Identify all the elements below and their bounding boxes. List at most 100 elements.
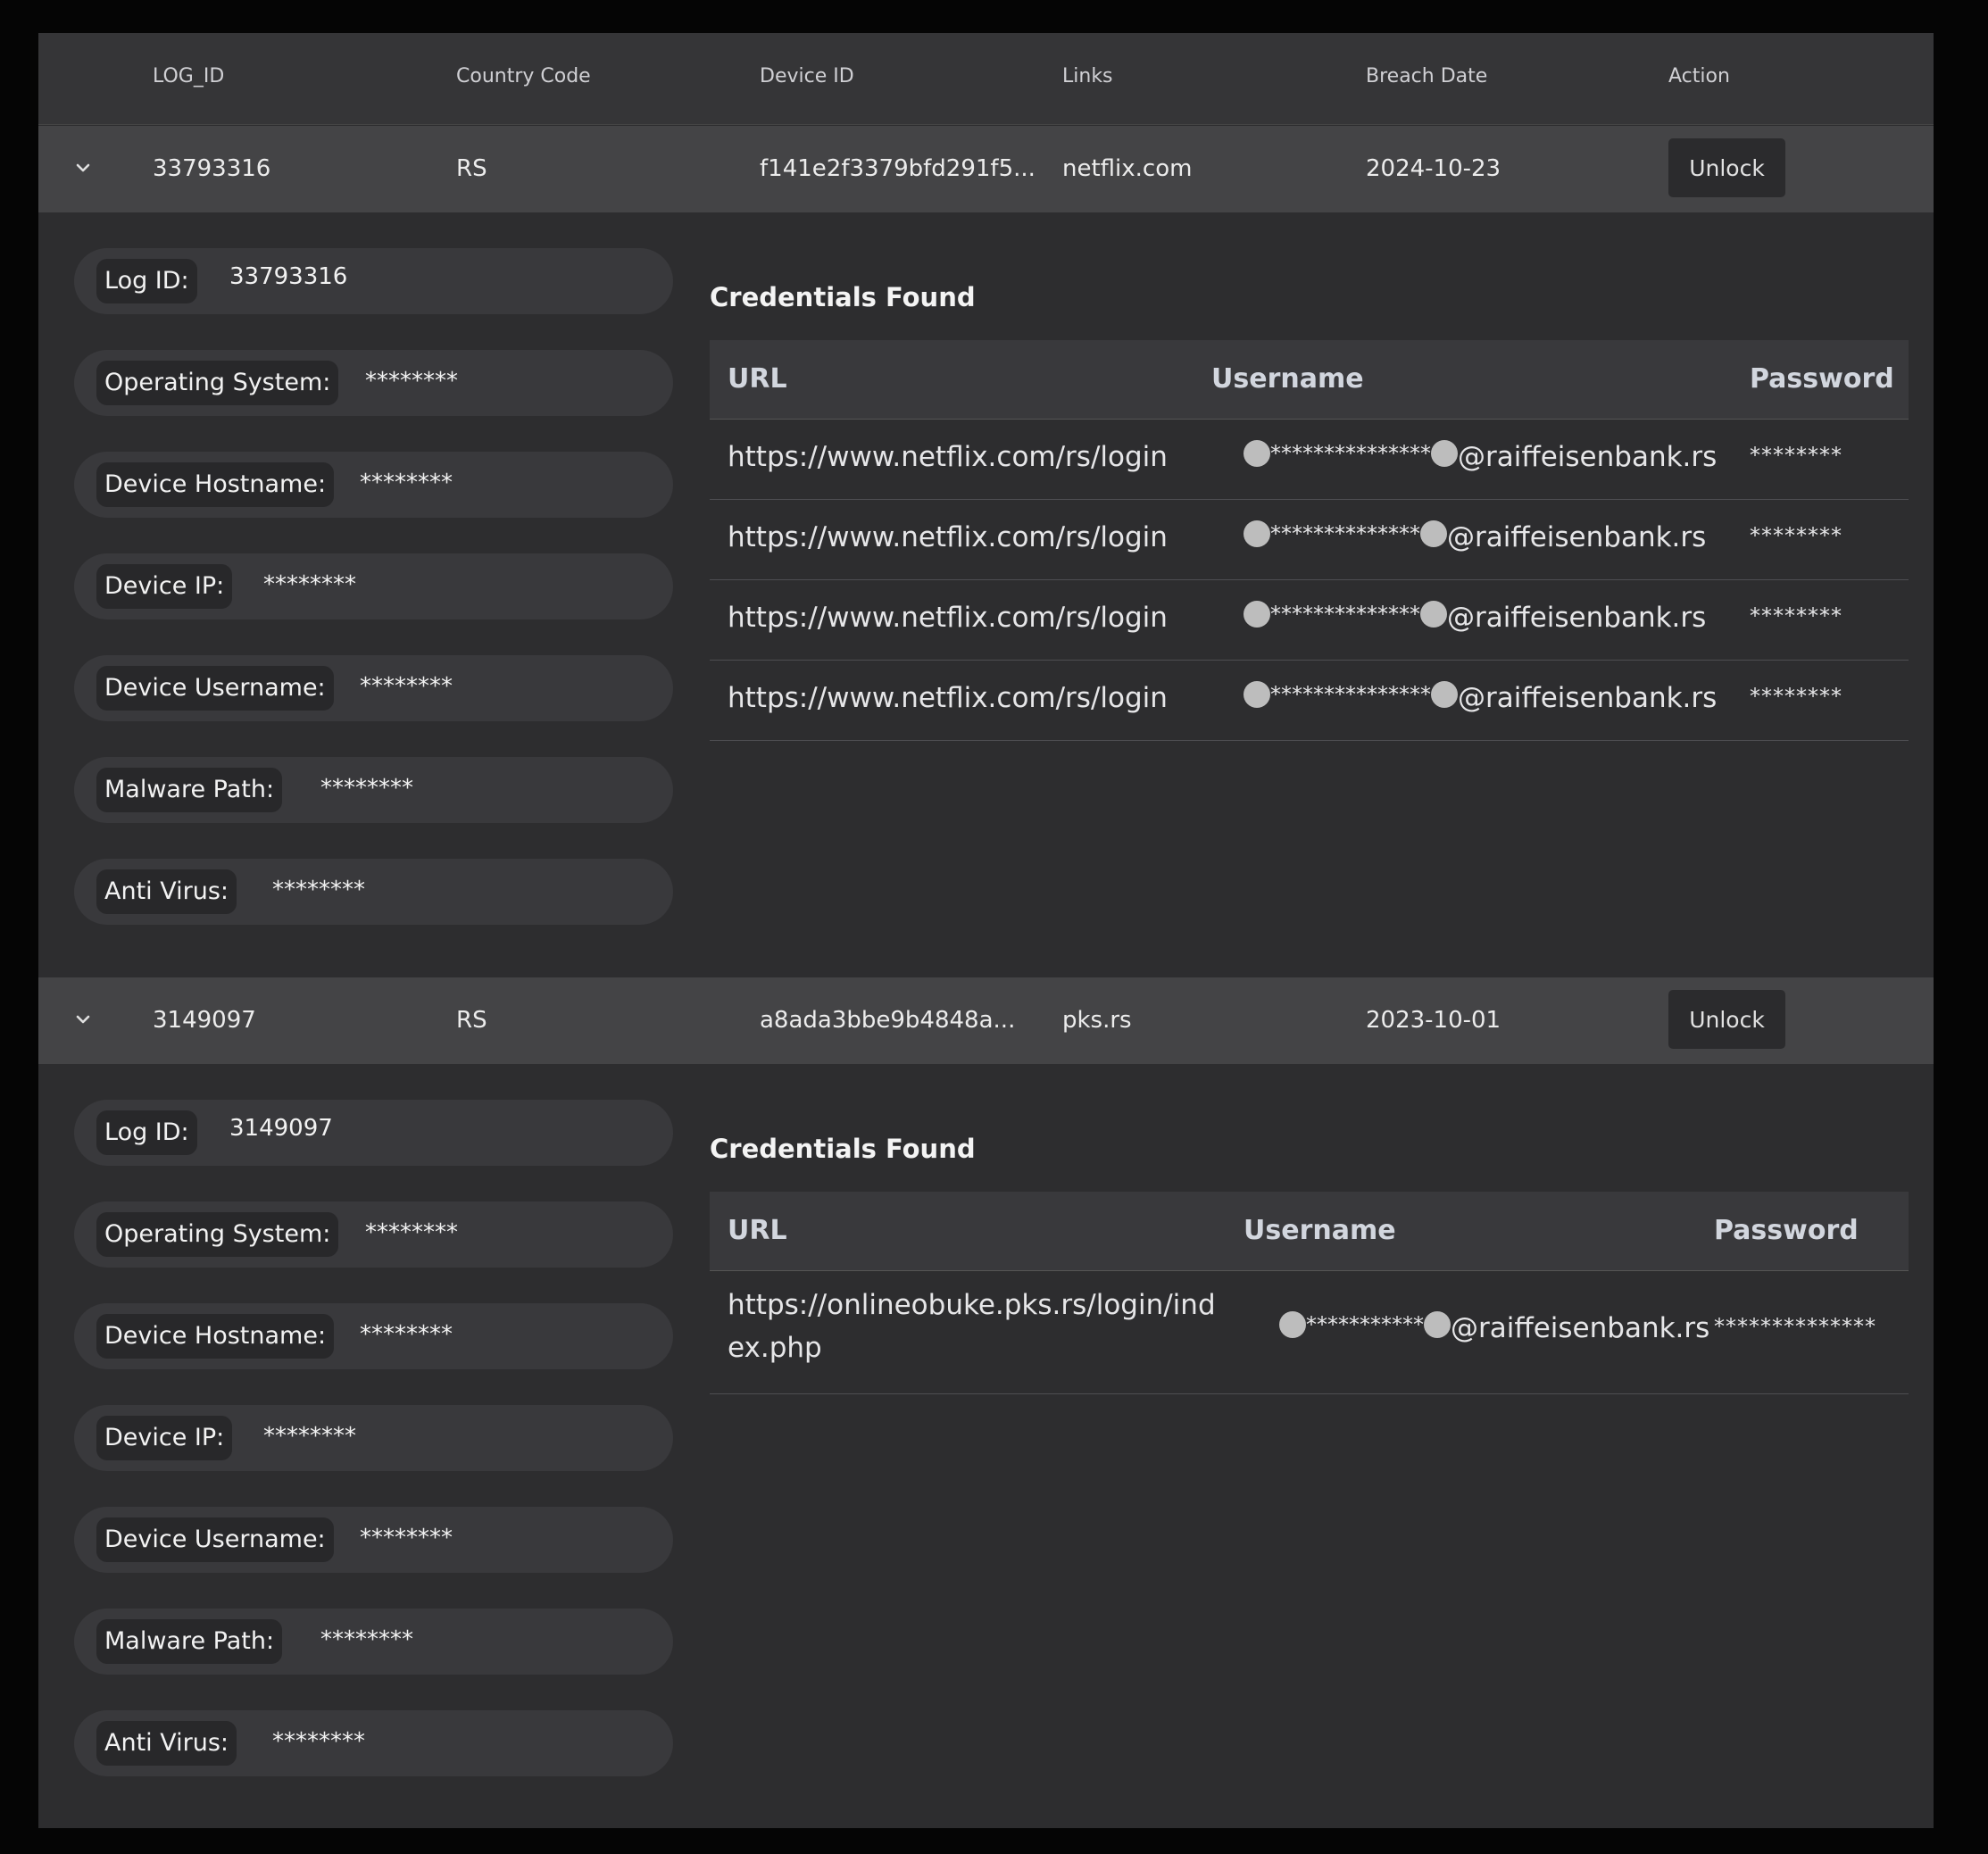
username-domain: @raiffeisenbank.rs <box>1447 521 1707 553</box>
detail-label: Device Username: <box>96 666 334 711</box>
detail-log-id: Log ID: 3149097 <box>74 1100 673 1166</box>
credentials-table-header: URL Username Password <box>710 1192 1909 1271</box>
username-domain: @raiffeisenbank.rs <box>1458 441 1718 473</box>
detail-value: ******** <box>272 1728 365 1755</box>
credential-url[interactable]: https://www.netflix.com/rs/login <box>728 602 1168 634</box>
detail-operating-system: Operating System: ******** <box>74 350 673 416</box>
credential-row: https://www.netflix.com/rs/login *******… <box>710 661 1909 741</box>
detail-log-id: Log ID: 33793316 <box>74 248 673 314</box>
credential-row: https://www.netflix.com/rs/login *******… <box>710 500 1909 580</box>
detail-label: Malware Path: <box>96 768 283 812</box>
username-mask: *********** <box>1306 1312 1424 1337</box>
chevron-down-icon[interactable] <box>71 1007 96 1032</box>
credential-username: *************** @raiffeisenbank.rs <box>1244 439 1718 473</box>
credentials-table: URL Username Password https://www.netfli… <box>710 340 1909 741</box>
credentials-found-title: Credentials Found <box>710 282 976 312</box>
credential-url[interactable]: https://www.netflix.com/rs/login <box>728 441 1168 473</box>
log-id-cell: 33793316 <box>153 155 271 182</box>
detail-anti-virus: Anti Virus: ******** <box>74 859 673 925</box>
detail-device-ip: Device IP: ******** <box>74 553 673 619</box>
credential-username: ************** @raiffeisenbank.rs <box>1244 600 1707 634</box>
column-header-breach-date[interactable]: Breach Date <box>1366 65 1487 87</box>
credential-url[interactable]: https://www.netflix.com/rs/login <box>728 521 1168 553</box>
credentials-found-title: Credentials Found <box>710 1134 976 1164</box>
column-header-links[interactable]: Links <box>1062 65 1113 87</box>
cred-header-password: Password <box>1714 1215 1859 1246</box>
breach-date-cell: 2023-10-01 <box>1366 1007 1501 1034</box>
device-id-cell: f141e2f3379bfd291f5... <box>760 155 1036 182</box>
credential-username: *********** @raiffeisenbank.rs <box>1279 1310 1710 1344</box>
username-mask: *************** <box>1270 682 1431 707</box>
unlock-button[interactable]: Unlock <box>1668 990 1785 1049</box>
username-mask: ************** <box>1270 602 1420 627</box>
detail-value: ******** <box>360 673 453 700</box>
table-header: LOG_ID Country Code Device ID Links Brea… <box>38 33 1934 125</box>
username-domain: @raiffeisenbank.rs <box>1451 1312 1710 1344</box>
country-code-cell: RS <box>456 1007 487 1034</box>
detail-value: ******** <box>365 1219 458 1246</box>
breach-date-cell: 2024-10-23 <box>1366 155 1501 182</box>
detail-operating-system: Operating System: ******** <box>74 1201 673 1268</box>
table-row[interactable]: 3149097 RS a8ada3bbe9b4848a... pks.rs 20… <box>38 977 1934 1064</box>
detail-device-hostname: Device Hostname: ******** <box>74 1303 673 1369</box>
credential-password: ************** <box>1714 1314 1876 1339</box>
redaction-dot <box>1244 520 1270 547</box>
redaction-dot <box>1424 1310 1451 1338</box>
detail-value: 33793316 <box>229 263 348 290</box>
device-id-cell: a8ada3bbe9b4848a... <box>760 1007 1016 1034</box>
detail-value: ******** <box>263 1423 356 1450</box>
credential-row: https://www.netflix.com/rs/login *******… <box>710 580 1909 661</box>
detail-value: ******** <box>360 470 453 496</box>
detail-device-ip: Device IP: ******** <box>74 1405 673 1471</box>
username-mask: *************** <box>1270 441 1431 466</box>
detail-anti-virus: Anti Virus: ******** <box>74 1710 673 1776</box>
username-domain: @raiffeisenbank.rs <box>1458 682 1718 714</box>
credential-url-line-2[interactable]: ex.php <box>728 1332 822 1364</box>
column-header-log-id[interactable]: LOG_ID <box>153 65 224 87</box>
table-row[interactable]: 33793316 RS f141e2f3379bfd291f5... netfl… <box>38 126 1934 212</box>
detail-label: Device IP: <box>96 1416 233 1460</box>
detail-label: Device Username: <box>96 1517 334 1562</box>
detail-device-username: Device Username: ******** <box>74 655 673 721</box>
detail-value: ******** <box>320 1626 413 1653</box>
credential-url[interactable]: https://www.netflix.com/rs/login <box>728 682 1168 714</box>
detail-malware-path: Malware Path: ******** <box>74 1609 673 1675</box>
credential-row: https://www.netflix.com/rs/login *******… <box>710 420 1909 500</box>
credential-password: ******** <box>1750 443 1842 468</box>
log-id-cell: 3149097 <box>153 1007 256 1034</box>
credential-url-line-1[interactable]: https://onlineobuke.pks.rs/login/ind <box>728 1289 1216 1321</box>
detail-value: ******** <box>263 571 356 598</box>
links-cell: pks.rs <box>1062 1007 1132 1034</box>
cred-header-url: URL <box>728 1215 787 1246</box>
redaction-dot <box>1431 439 1458 467</box>
detail-label: Device Hostname: <box>96 1314 335 1359</box>
redaction-dot <box>1244 600 1270 628</box>
detail-value: ******** <box>365 368 458 395</box>
username-domain: @raiffeisenbank.rs <box>1447 602 1707 634</box>
detail-device-username: Device Username: ******** <box>74 1507 673 1573</box>
detail-label: Operating System: <box>96 1212 339 1257</box>
logs-table-panel: LOG_ID Country Code Device ID Links Brea… <box>38 33 1934 1828</box>
detail-label: Anti Virus: <box>96 1721 237 1766</box>
detail-value: 3149097 <box>229 1115 333 1142</box>
redaction-dot <box>1244 439 1270 467</box>
detail-malware-path: Malware Path: ******** <box>74 757 673 823</box>
chevron-down-icon[interactable] <box>71 155 96 180</box>
credential-password: ******** <box>1750 603 1842 628</box>
country-code-cell: RS <box>456 155 487 182</box>
username-mask: ************** <box>1270 521 1420 546</box>
column-header-device-id[interactable]: Device ID <box>760 65 854 87</box>
redaction-dot <box>1420 520 1447 547</box>
redaction-dot <box>1279 1310 1306 1338</box>
cred-header-username: Username <box>1211 363 1364 395</box>
column-header-country-code[interactable]: Country Code <box>456 65 591 87</box>
unlock-button[interactable]: Unlock <box>1668 138 1785 197</box>
detail-label: Log ID: <box>96 1110 197 1155</box>
redaction-dot <box>1420 600 1447 628</box>
cred-header-url: URL <box>728 363 787 395</box>
credential-password: ******** <box>1750 523 1842 548</box>
detail-label: Device Hostname: <box>96 462 335 507</box>
redaction-dot <box>1244 680 1270 708</box>
cred-header-username: Username <box>1244 1215 1396 1246</box>
detail-label: Log ID: <box>96 259 197 303</box>
